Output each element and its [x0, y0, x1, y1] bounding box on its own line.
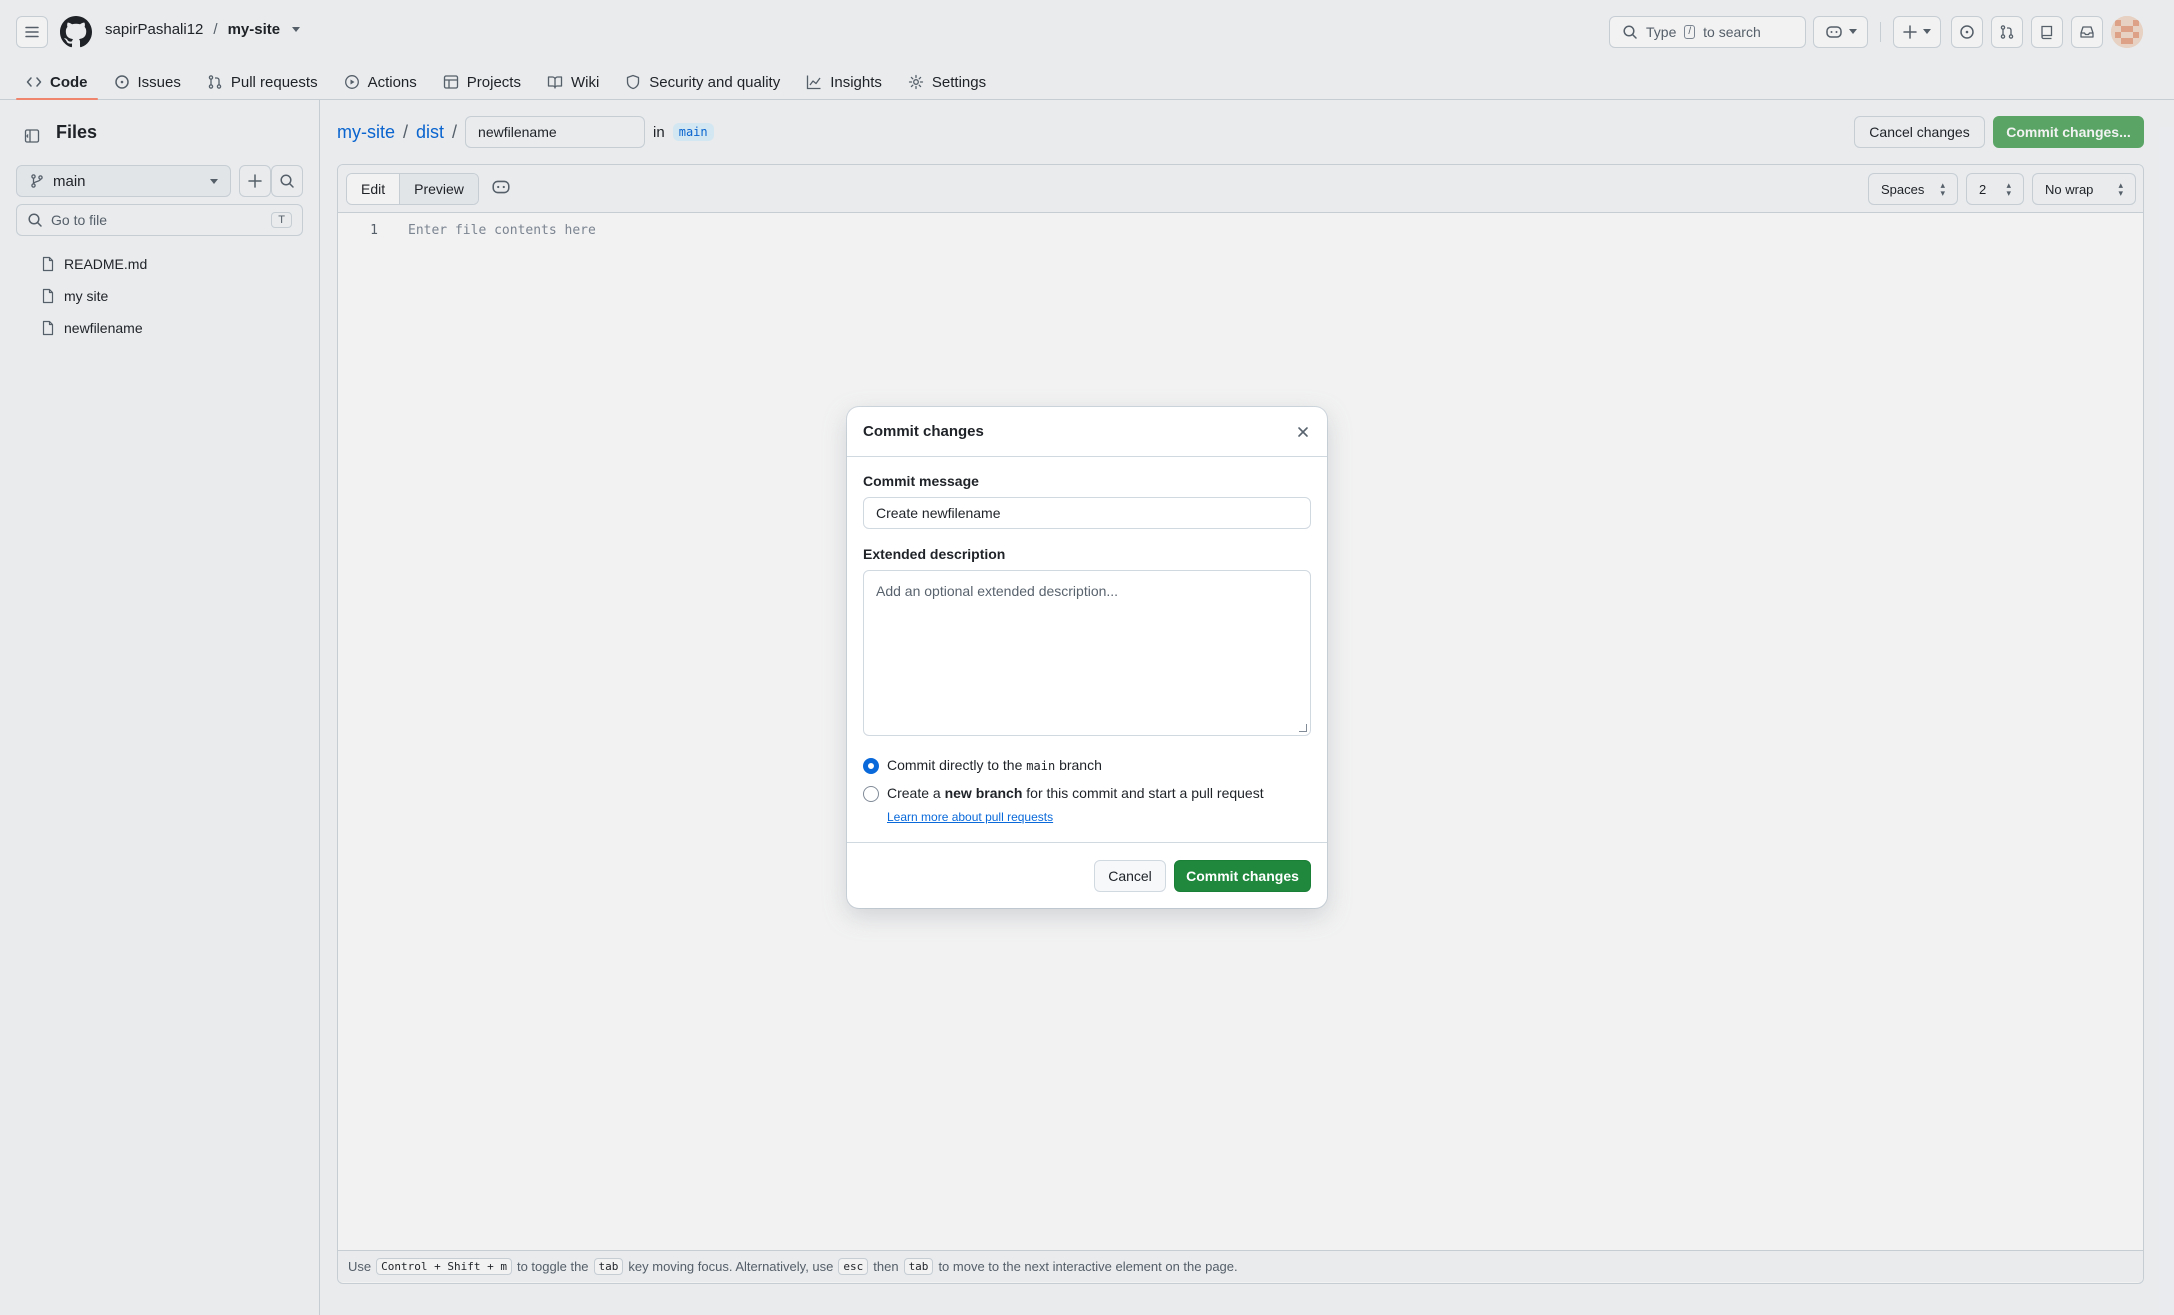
commit-changes-button[interactable]: Commit changes	[1174, 860, 1311, 892]
option-text: Create a	[887, 785, 941, 801]
commit-message-label: Commit message	[863, 473, 979, 489]
commit-message-input[interactable]: Create newfilename	[863, 497, 1311, 529]
dialog-title: Commit changes	[863, 423, 984, 440]
new-branch-option[interactable]: Create a new branch for this commit and …	[863, 785, 1264, 802]
description-placeholder: Add an optional extended description...	[876, 583, 1119, 599]
dialog-header: Commit changes	[847, 407, 1327, 457]
option-text: Commit directly to the	[887, 757, 1023, 773]
option-text: branch	[1059, 757, 1102, 773]
new-branch-label: Create a new branch for this commit and …	[887, 785, 1264, 801]
dialog-footer: Cancel Commit changes	[847, 842, 1327, 908]
new-branch-radio[interactable]	[863, 786, 879, 802]
resize-handle-icon[interactable]	[1299, 724, 1307, 732]
learn-more-link[interactable]: Learn more about pull requests	[887, 810, 1053, 824]
extended-description-label: Extended description	[863, 546, 1006, 562]
close-dialog-button[interactable]	[1291, 420, 1315, 444]
close-icon	[1298, 427, 1308, 437]
commit-direct-radio[interactable]	[863, 758, 879, 774]
commit-direct-label: Commit directly to the main branch	[887, 757, 1102, 773]
commit-changes-dialog: Commit changes Commit message Create new…	[847, 407, 1327, 908]
option-text: for this commit and start a pull request	[1026, 785, 1264, 801]
option-bold-text: new branch	[944, 785, 1023, 801]
cancel-button[interactable]: Cancel	[1094, 860, 1166, 892]
option-branch-code: main	[1026, 759, 1056, 773]
commit-direct-option[interactable]: Commit directly to the main branch	[863, 757, 1102, 774]
extended-description-textarea[interactable]: Add an optional extended description...	[863, 570, 1311, 736]
